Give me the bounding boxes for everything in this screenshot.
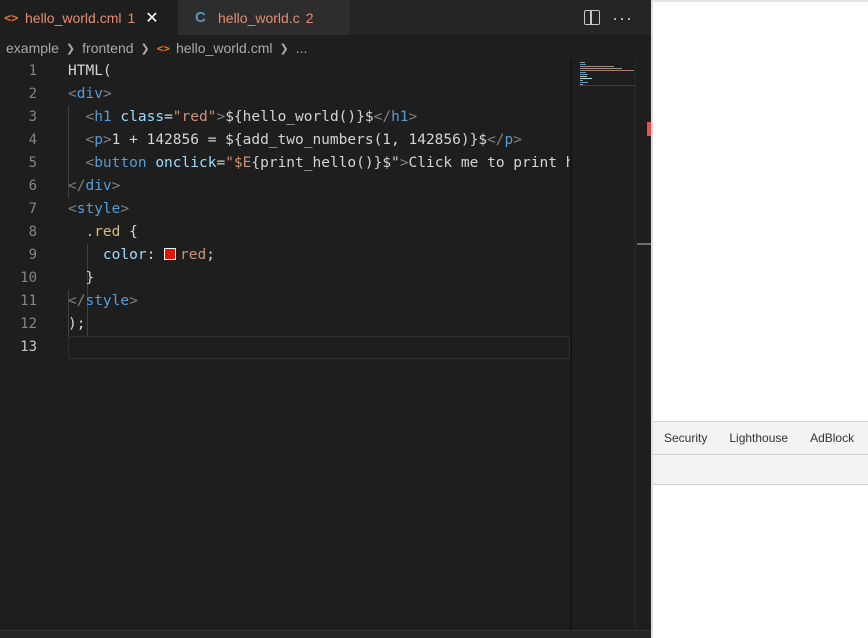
code-line: 7 <style>	[0, 198, 570, 221]
code-editor: <> hello_world.cml 1 ✕ C hello_world.c 2…	[0, 0, 651, 638]
html-file-icon: <>	[156, 41, 170, 55]
chevron-right-icon: ❯	[140, 42, 150, 55]
minimap[interactable]	[570, 60, 635, 638]
problem-count-badge: 2	[305, 9, 314, 26]
code-text: .red {	[85, 224, 138, 240]
code-line: 11 </style>	[0, 290, 570, 313]
code-line: 3 <h1 class="red">${hello_world()}$</h1>	[0, 106, 570, 129]
code-text: HTML(	[68, 63, 112, 79]
color-swatch[interactable]	[164, 248, 177, 260]
html-file-icon: <>	[4, 10, 19, 25]
line-number: 13	[20, 339, 37, 355]
devtools-tab-bar: Security Lighthouse AdBlock	[653, 421, 868, 455]
tab-hello-world-cml[interactable]: <> hello_world.cml 1 ✕	[0, 0, 178, 35]
code-text: </div>	[68, 178, 121, 194]
code-text: color: red;	[102, 247, 215, 263]
code-line: 8 .red {	[0, 221, 570, 244]
code-line: 10 }	[0, 267, 570, 290]
problem-count-badge: 1	[127, 9, 136, 26]
code-line: 1 HTML(	[0, 60, 570, 83]
devtools-toolbar	[653, 455, 868, 485]
more-actions-icon[interactable]: ···	[612, 9, 633, 27]
line-number: 2	[28, 86, 37, 102]
devtools-tab-lighthouse[interactable]: Lighthouse	[718, 431, 799, 445]
code-text: <button onclick="$E{print_hello()}$">Cli…	[85, 155, 570, 171]
code-area[interactable]: 1 HTML( 2 <div> 3 <h1 class="red">${hell…	[0, 60, 570, 638]
line-number: 6	[28, 178, 37, 194]
chevron-right-icon: ❯	[279, 42, 289, 55]
split-editor-icon[interactable]	[584, 10, 601, 25]
tab-label: hello_world.cml	[25, 9, 122, 26]
line-number: 4	[28, 132, 37, 148]
code-line: 13	[0, 336, 570, 359]
breadcrumb-item-example[interactable]: example	[6, 40, 59, 56]
line-number: 10	[20, 270, 37, 286]
chevron-right-icon: ❯	[65, 42, 76, 55]
tab-hello-world-c[interactable]: C hello_world.c 2	[178, 0, 351, 35]
devtools-tab-security[interactable]: Security	[653, 431, 718, 445]
line-number: 12	[20, 316, 37, 332]
devtools-tab-adblock[interactable]: AdBlock	[799, 431, 865, 445]
code-text: <div>	[68, 86, 112, 102]
browser-pane: Security Lighthouse AdBlock	[651, 0, 868, 638]
tab-label: hello_world.c	[218, 9, 300, 26]
editor-tab-bar: <> hello_world.cml 1 ✕ C hello_world.c 2…	[0, 0, 651, 35]
breadcrumb: example ❯ frontend ❯ <> hello_world.cml …	[0, 37, 651, 59]
line-number: 1	[28, 63, 37, 79]
code-text: );	[68, 316, 86, 332]
c-file-icon: C	[195, 9, 206, 26]
line-number: 11	[20, 293, 37, 309]
divider	[653, 0, 868, 2]
breadcrumb-item-more[interactable]: ...	[296, 40, 308, 56]
line-number: 8	[28, 224, 37, 240]
scrollbar-thumb[interactable]	[637, 243, 651, 245]
line-number: 9	[28, 247, 37, 263]
line-number: 7	[28, 201, 37, 217]
line-number: 5	[28, 155, 37, 171]
breadcrumb-item-frontend[interactable]: frontend	[82, 40, 133, 56]
close-tab-icon[interactable]: ✕	[145, 8, 158, 28]
code-line: 4 <p>1 + 142856 = ${add_two_numbers(1, 1…	[0, 129, 570, 152]
line-number: 3	[28, 109, 37, 125]
code-text: </style>	[68, 293, 138, 309]
code-line: 2 <div>	[0, 83, 570, 106]
code-line: 6 </div>	[0, 175, 570, 198]
code-line: 9 color: red;	[0, 244, 570, 267]
code-text: <h1 class="red">${hello_world()}$</h1>	[85, 109, 418, 125]
code-text: <p>1 + 142856 = ${add_two_numbers(1, 142…	[85, 132, 522, 148]
code-line: 5 <button onclick="$E{print_hello()}$">C…	[0, 152, 570, 175]
code-text: <style>	[68, 201, 130, 217]
code-line: 12 );	[0, 313, 570, 336]
horizontal-scrollbar[interactable]	[0, 630, 651, 638]
vertical-scrollbar[interactable]	[635, 60, 651, 638]
breadcrumb-item-file[interactable]: hello_world.cml	[176, 40, 272, 56]
code-text: }	[85, 270, 95, 286]
